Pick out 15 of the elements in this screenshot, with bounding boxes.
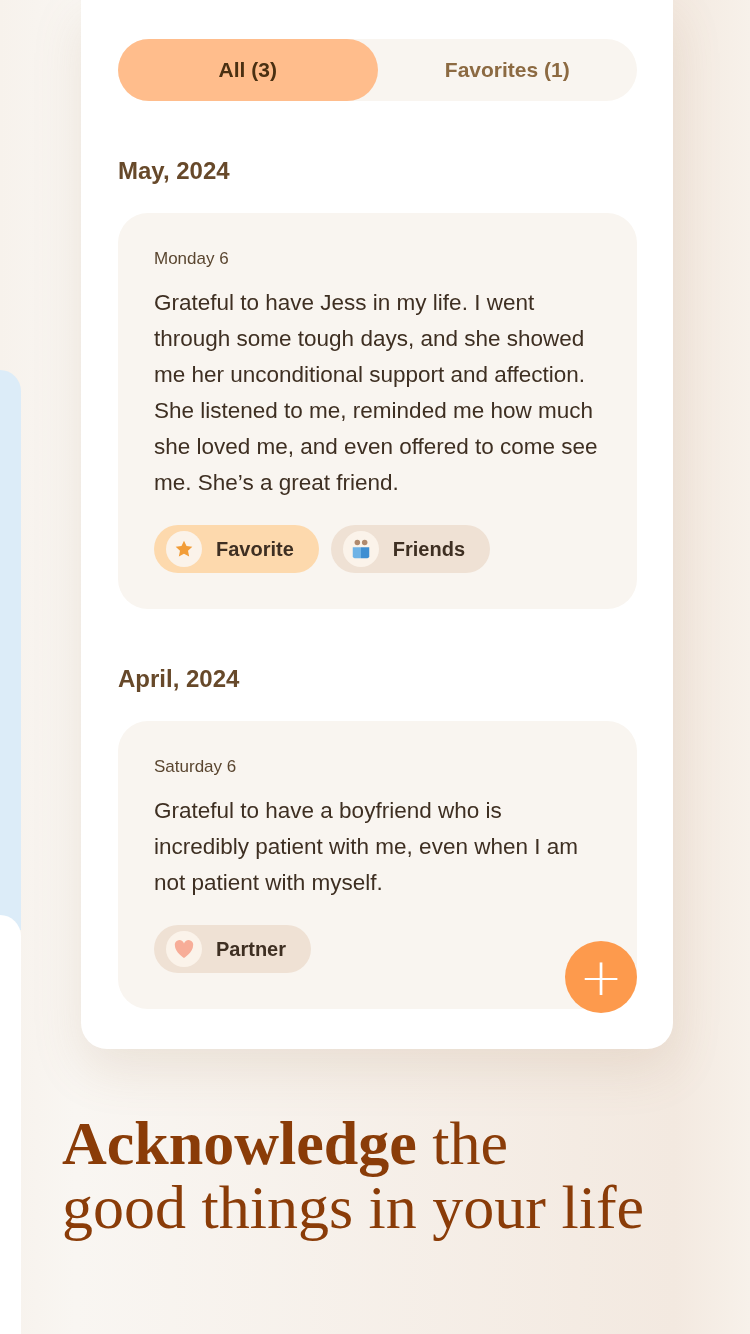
tag-label: Favorite (216, 537, 294, 561)
month-heading: May, 2024 (118, 157, 231, 185)
tab[interactable]: Favorites (1) (377, 39, 637, 101)
headline: Acknowledge the good things in your life (62, 1111, 646, 1239)
entry-date: Monday 6 (154, 249, 230, 269)
entry-text: Grateful to have a boyfriend who is incredibly patient with me, even when I am not patient with myself. (154, 797, 579, 897)
tab[interactable]: All (3) (118, 39, 378, 101)
star-icon (174, 539, 194, 559)
entry-card[interactable] (118, 213, 637, 609)
tag-label: Friends (392, 537, 466, 561)
month-heading: April, 2024 (118, 665, 241, 693)
heart-icon (173, 939, 195, 959)
tag-label: Partner (216, 937, 287, 961)
entry-text: Grateful to have Jess in my life. I went through some tough days, and she showed me her unconditional support and affection. She listened to me, reminded me how much she loved me, and even offered to come see me. She’s a great friend. (154, 289, 599, 497)
entry-date: Saturday 6 (154, 757, 238, 777)
